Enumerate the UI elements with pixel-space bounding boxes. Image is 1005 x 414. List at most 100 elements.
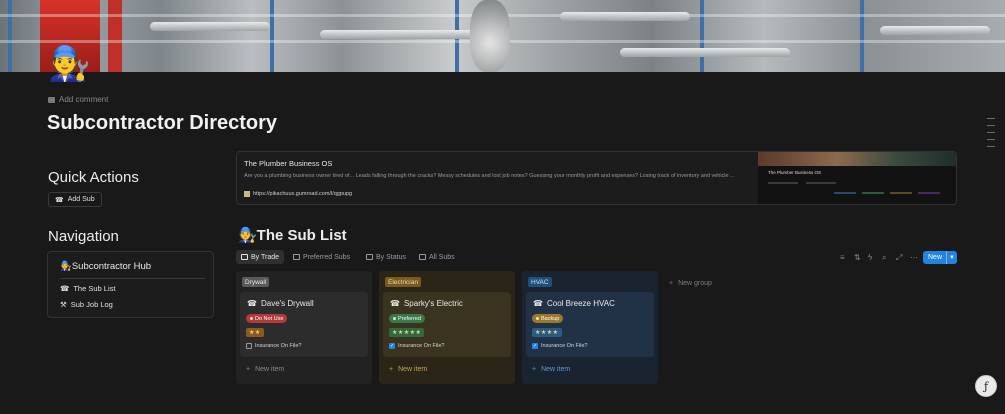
checkbox-unchecked-icon[interactable] [246,343,252,349]
tab-label: By Status [376,253,406,261]
board-card[interactable]: ☎ Sparky's Electric Preferred ★★★★★ ✓ In… [383,292,511,357]
status-badge: Backup [532,314,564,323]
board-column-drywall: Drywall ☎ Dave's Drywall Do Not Use ★★ I… [236,271,372,384]
thumbnail-line [918,192,940,194]
insurance-checkbox-row[interactable]: ✓ Insurance On File? [532,343,587,349]
more-icon[interactable]: ⋯ [910,253,918,262]
plus-icon: + [246,366,251,373]
divider [60,278,205,279]
nav-link-sub-list[interactable]: ☎ The Sub List [60,284,115,293]
sub-list-title[interactable]: 🧑‍🔧The Sub List [238,226,347,244]
insurance-checkbox-row[interactable]: Insurance On File? [246,343,301,349]
subcontractor-hub-title: 🧑‍🔧Subcontractor Hub [60,261,152,272]
page-title[interactable]: Subcontractor Directory [47,112,277,135]
plus-icon: + [389,366,394,373]
plus-icon: + [532,366,537,373]
card-title-text: Sparky's Electric [403,299,463,308]
new-record-button[interactable]: New ▼ [923,251,957,264]
status-text: Preferred [398,315,421,322]
thumbnail-line [890,192,912,194]
chevron-down-icon[interactable]: ▼ [946,251,957,264]
outline-marker[interactable] [987,139,995,140]
comment-icon [48,96,55,103]
tab-preferred-subs[interactable]: Preferred Subs [288,250,355,264]
phone-icon: ☎ [60,284,70,293]
outline-marker[interactable] [987,125,995,126]
expand-icon[interactable]: ⤢ [896,253,902,263]
nav-link-label: The Sub List [73,284,116,293]
tab-all-subs[interactable]: All Subs [414,250,460,264]
nav-link-label: Sub Job Log [70,300,113,309]
filter-icon[interactable]: ≡ [840,253,845,262]
checkbox-checked-icon[interactable]: ✓ [532,343,538,349]
bookmark-title: The Plumber Business OS [244,159,333,168]
bookmark-description: Are you a plumbing business owner tired … [244,173,735,179]
tab-label: All Subs [429,253,455,261]
add-sub-button[interactable]: ☎ Add Sub [48,192,102,207]
tab-by-trade[interactable]: By Trade [236,250,285,264]
sort-icon[interactable]: ⇅ [854,253,861,262]
bookmark-url: https://pikachuux.gumroad.com/l/qgpupg [244,191,352,197]
plus-icon: + [669,280,674,287]
nav-link-sub-job-log[interactable]: ⚒ Sub Job Log [60,300,113,309]
bookmark-url-text: https://pikachuux.gumroad.com/l/qgpupg [253,191,353,197]
rating-stars: ★★ [246,328,264,337]
status-badge: Do Not Use [246,314,288,323]
insurance-checkbox-row[interactable]: ✓ Insurance On File? [389,343,444,349]
add-comment-label: Add comment [59,95,109,104]
lightning-icon[interactable]: ϟ [868,253,872,262]
new-group-button[interactable]: + New group [669,280,712,287]
phone-icon: ☎ [247,299,257,308]
card-title: ☎ Dave's Drywall [247,299,314,308]
hammer-icon: ⚒ [60,300,67,309]
status-dot-icon [250,317,253,320]
navigation-heading: Navigation [48,228,119,245]
quick-actions-heading: Quick Actions [48,169,139,186]
new-item-button[interactable]: + New item [389,366,427,373]
bookmark-card[interactable]: The Plumber Business OS Are you a plumbi… [236,151,957,205]
board-card[interactable]: ☎ Cool Breeze HVAC Backup ★★★★ ✓ Insuran… [526,292,654,357]
board-column-hvac: HVAC ☎ Cool Breeze HVAC Backup ★★★★ ✓ In… [522,271,658,384]
add-comment-button[interactable]: Add comment [48,95,108,104]
column-badge[interactable]: HVAC [528,277,552,287]
thumbnail-line [768,182,798,184]
tab-label: By Trade [251,253,280,261]
outline-marker[interactable] [987,146,995,147]
status-text: Backup [541,315,560,322]
search-icon[interactable]: ⌕ [882,253,886,263]
help-icon[interactable]: ƒ [975,375,997,397]
thumbnail-line [834,192,856,194]
new-item-button[interactable]: + New item [532,366,570,373]
outline-marker[interactable] [987,118,995,119]
tab-by-status[interactable]: By Status [361,250,411,264]
phone-icon: ☎ [533,299,543,308]
new-item-label: New item [398,366,428,373]
thumbnail-title: The Plumber Business OS [768,170,822,175]
rating-stars: ★★★★ [532,328,562,337]
add-sub-label: Add Sub [67,196,95,203]
new-item-label: New item [255,366,285,373]
card-title-text: Cool Breeze HVAC [546,299,615,308]
tab-label: Preferred Subs [303,253,351,261]
column-badge[interactable]: Drywall [242,277,270,287]
page-avatar-icon[interactable]: 🧑‍🔧 [48,44,90,84]
card-title: ☎ Sparky's Electric [390,299,463,308]
new-item-button[interactable]: + New item [246,366,284,373]
board-column-electrician: Electrician ☎ Sparky's Electric Preferre… [379,271,515,384]
card-title: ☎ Cool Breeze HVAC [533,299,615,308]
bookmark-thumbnail: The Plumber Business OS [758,152,956,204]
insurance-label: Insurance On File? [541,343,588,349]
outline-scroll-markers[interactable] [987,118,995,153]
column-badge[interactable]: Electrician [385,277,421,287]
outline-marker[interactable] [987,132,995,133]
checkbox-checked-icon[interactable]: ✓ [389,343,395,349]
status-dot-icon [393,317,396,320]
new-button-label: New [928,254,943,261]
board-icon [241,254,248,260]
status-dot-icon [536,317,539,320]
table-icon [419,254,426,260]
favicon-icon [244,191,250,197]
phone-icon: ☎ [55,196,64,204]
board-card[interactable]: ☎ Dave's Drywall Do Not Use ★★ Insurance… [240,292,368,357]
status-text: Do Not Use [255,315,284,322]
